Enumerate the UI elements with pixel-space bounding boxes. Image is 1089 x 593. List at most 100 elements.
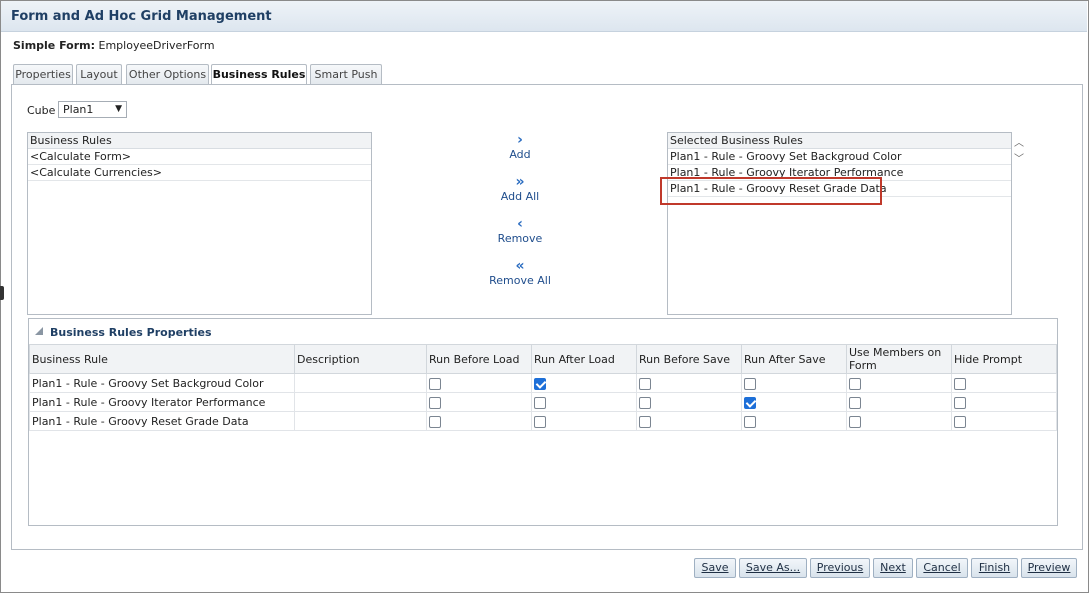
checkbox-cell <box>426 373 532 393</box>
checkbox-cell <box>951 373 1057 393</box>
checkbox[interactable] <box>429 396 441 409</box>
form-label: Simple Form: EmployeeDriverForm <box>13 39 215 52</box>
checkbox-cell <box>531 392 637 412</box>
checkbox[interactable] <box>534 415 546 428</box>
properties-table: Business Rule Description Run Before Loa… <box>29 344 1057 431</box>
remove-all-label: Remove All <box>489 274 551 287</box>
checkbox[interactable] <box>954 415 966 428</box>
table-row: Plan1 - Rule - Groovy Set Backgroud Colo… <box>29 373 1057 393</box>
checkbox[interactable] <box>954 377 966 390</box>
checkbox[interactable] <box>639 396 651 409</box>
checkbox[interactable] <box>744 396 756 409</box>
rule-name-cell: Plan1 - Rule - Groovy Reset Grade Data <box>29 411 295 431</box>
button-label: Preview <box>1027 561 1071 574</box>
collapse-handle[interactable] <box>0 286 4 300</box>
selected-rules-header: Selected Business Rules <box>668 133 1011 149</box>
column-header: Run Before Load <box>426 344 532 374</box>
available-rules-list[interactable]: Business Rules <Calculate Form> <Calcula… <box>27 132 372 315</box>
tab-label: Other Options <box>128 68 207 81</box>
window-title: Form and Ad Hoc Grid Management <box>11 9 272 24</box>
button-label: Save As... <box>745 561 801 574</box>
tab-label: Smart Push <box>314 68 378 81</box>
checkbox[interactable] <box>639 415 651 428</box>
list-item[interactable]: <Calculate Form> <box>28 149 371 165</box>
checkbox-cell <box>741 392 847 412</box>
column-header: Business Rule <box>29 344 295 374</box>
list-item[interactable]: Plan1 - Rule - Groovy Set Backgroud Colo… <box>668 149 1011 165</box>
checkbox[interactable] <box>954 396 966 409</box>
move-down-icon[interactable]: ﹀ <box>1014 150 1024 165</box>
save-as-button[interactable]: Save As... <box>739 558 807 578</box>
save-button[interactable]: Save <box>694 558 736 578</box>
checkbox[interactable] <box>849 396 861 409</box>
checkbox-cell <box>426 392 532 412</box>
checkbox[interactable] <box>429 415 441 428</box>
checkbox[interactable] <box>744 377 756 390</box>
checkbox[interactable] <box>849 377 861 390</box>
properties-header[interactable]: Business Rules Properties <box>29 319 1057 345</box>
description-cell[interactable] <box>294 392 427 412</box>
tab-label: Business Rules <box>212 68 306 81</box>
collapse-triangle-icon[interactable] <box>35 327 43 335</box>
table-row: Plan1 - Rule - Groovy Reset Grade Data <box>29 411 1057 431</box>
checkbox[interactable] <box>534 377 546 390</box>
checkbox[interactable] <box>429 377 441 390</box>
button-label: Cancel <box>923 561 961 574</box>
chevron-right-icon: › <box>517 132 523 148</box>
column-header: Description <box>294 344 427 374</box>
double-chevron-right-icon: » <box>515 174 525 190</box>
rule-name-cell: Plan1 - Rule - Groovy Set Backgroud Colo… <box>29 373 295 393</box>
cancel-button[interactable]: Cancel <box>916 558 968 578</box>
checkbox[interactable] <box>534 396 546 409</box>
checkbox-cell <box>636 373 742 393</box>
tab-properties[interactable]: Properties <box>13 64 73 85</box>
tab-business-rules[interactable]: Business Rules <box>211 64 307 86</box>
tab-smart-push[interactable]: Smart Push <box>310 64 382 85</box>
previous-button[interactable]: Previous <box>810 558 870 578</box>
selected-rules-list[interactable]: Selected Business Rules Plan1 - Rule - G… <box>667 132 1012 315</box>
description-cell[interactable] <box>294 411 427 431</box>
remove-all-button[interactable]: « Remove All <box>480 259 560 287</box>
checkbox-cell <box>951 392 1057 412</box>
cube-label: Cube <box>27 104 56 117</box>
checkbox[interactable] <box>639 377 651 390</box>
remove-button[interactable]: ‹ Remove <box>480 217 560 245</box>
column-header: Hide Prompt <box>951 344 1057 374</box>
rule-name-cell: Plan1 - Rule - Groovy Iterator Performan… <box>29 392 295 412</box>
button-label: Next <box>880 561 906 574</box>
next-button[interactable]: Next <box>873 558 913 578</box>
properties-title: Business Rules Properties <box>50 326 212 339</box>
business-rules-properties-panel: Business Rules Properties Business Rule … <box>28 318 1058 526</box>
button-label: Finish <box>978 561 1011 574</box>
tab-label: Layout <box>80 68 118 81</box>
checkbox-cell <box>636 411 742 431</box>
table-row: Plan1 - Rule - Groovy Iterator Performan… <box>29 392 1057 412</box>
preview-button[interactable]: Preview <box>1021 558 1077 578</box>
form-name: EmployeeDriverForm <box>98 39 215 52</box>
checkbox-cell <box>951 411 1057 431</box>
chevron-down-icon: ▼ <box>115 104 122 114</box>
add-all-button[interactable]: » Add All <box>480 175 560 203</box>
add-button[interactable]: › Add <box>480 133 560 161</box>
tab-layout[interactable]: Layout <box>76 64 122 85</box>
title-bar: Form and Ad Hoc Grid Management <box>1 1 1087 32</box>
finish-button[interactable]: Finish <box>971 558 1018 578</box>
add-all-label: Add All <box>500 190 540 203</box>
checkbox-cell <box>846 392 952 412</box>
cube-select[interactable]: Plan1 ▼ <box>58 101 127 118</box>
column-header: Run After Save <box>741 344 847 374</box>
checkbox-cell <box>741 411 847 431</box>
move-up-icon[interactable]: ︿ <box>1014 134 1024 149</box>
checkbox-cell <box>426 411 532 431</box>
tab-label: Properties <box>15 68 71 81</box>
list-item[interactable]: <Calculate Currencies> <box>28 165 371 181</box>
form-label-key: Simple Form: <box>13 39 96 52</box>
checkbox-cell <box>741 373 847 393</box>
tab-other-options[interactable]: Other Options <box>126 64 209 85</box>
button-label: Previous <box>816 561 864 574</box>
checkbox[interactable] <box>849 415 861 428</box>
description-cell[interactable] <box>294 373 427 393</box>
checkbox-cell <box>846 373 952 393</box>
checkbox-cell <box>846 411 952 431</box>
checkbox[interactable] <box>744 415 756 428</box>
